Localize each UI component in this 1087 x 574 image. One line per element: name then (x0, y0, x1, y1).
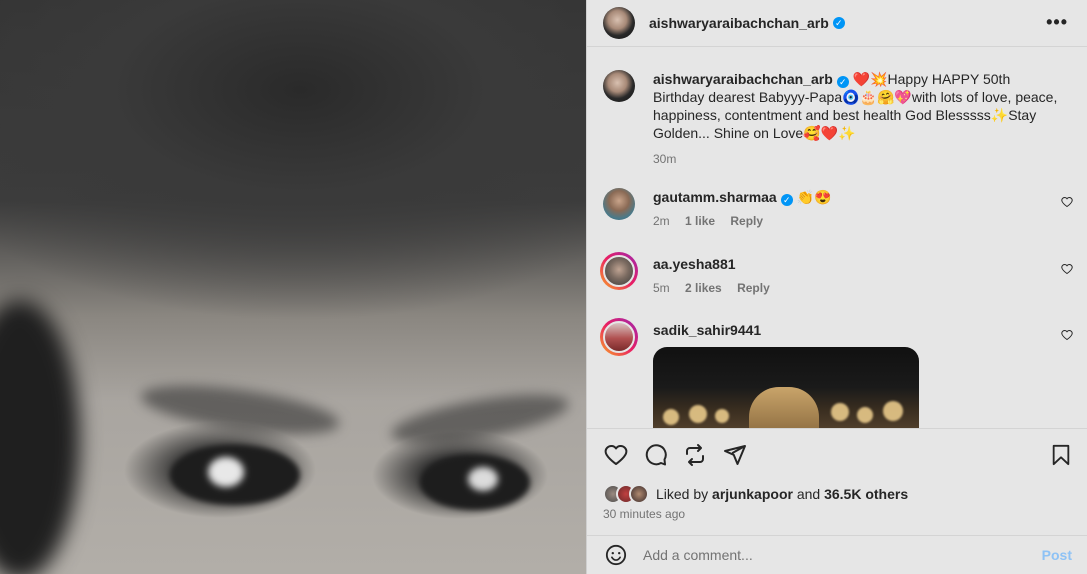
caption-username[interactable]: aishwaryaraibachchan_arb (653, 71, 833, 87)
repost-icon[interactable] (683, 443, 707, 467)
author-avatar[interactable] (603, 7, 635, 39)
like-icon[interactable] (603, 443, 629, 467)
comments-list[interactable]: aishwaryaraibachchan_arb ✓ ❤️💥Happy HAPPY… (587, 48, 1087, 428)
likes-conj: and (796, 486, 821, 502)
reply-button[interactable]: Reply (730, 214, 763, 228)
comment-username[interactable]: aa.yesha881 (653, 256, 736, 272)
liker-avatar (629, 484, 649, 504)
comment-likes[interactable]: 2 likes (685, 281, 722, 295)
commenter-avatar[interactable] (603, 188, 635, 220)
action-bar (587, 428, 1087, 480)
commenter-avatar[interactable] (603, 321, 635, 353)
comment-time: 5m (653, 281, 670, 295)
verified-icon: ✓ (836, 76, 849, 88)
comment-item: gautamm.sharmaa ✓ 👏😍 2m 1 like Reply (603, 188, 1073, 230)
post-header: aishwaryaraibachchan_arb ✓ ••• (587, 0, 1087, 47)
comment-composer: Add a comment... Post (587, 535, 1087, 574)
comment-item: sadik_sahir9441 (600, 318, 1073, 428)
bookmark-icon[interactable] (1050, 443, 1072, 467)
comment-text: 👏😍 (796, 189, 832, 205)
post-image (0, 0, 586, 574)
comment-username[interactable]: sadik_sahir9441 (653, 322, 761, 338)
likes-count[interactable]: 36.5K others (824, 486, 908, 502)
comment-username[interactable]: gautamm.sharmaa (653, 189, 777, 205)
post-time: 30 minutes ago (603, 507, 686, 521)
author-username[interactable]: aishwaryaraibachchan_arb (649, 15, 829, 31)
comment-gif[interactable] (653, 347, 919, 428)
comment-item: aa.yesha881 5m 2 likes Reply (600, 252, 1073, 297)
emoji-icon[interactable] (605, 544, 627, 566)
like-comment-icon[interactable] (1061, 263, 1073, 275)
post-caption: aishwaryaraibachchan_arb ✓ ❤️💥Happy HAPPY… (603, 70, 1073, 168)
story-ring[interactable] (600, 252, 638, 290)
story-ring[interactable] (600, 318, 638, 356)
caption-time: 30m (653, 152, 677, 166)
post-button[interactable]: Post (1042, 547, 1072, 563)
like-comment-icon[interactable] (1061, 196, 1073, 208)
post-side-panel: aishwaryaraibachchan_arb ✓ ••• aishwarya… (586, 0, 1087, 574)
verified-icon: ✓ (780, 194, 793, 206)
comment-input[interactable]: Add a comment... (643, 547, 753, 563)
liker-username[interactable]: arjunkapoor (712, 486, 793, 502)
likes-summary: Liked by arjunkapoor and 36.5K others (603, 484, 908, 504)
more-options-icon[interactable]: ••• (1046, 12, 1068, 33)
likes-prefix: Liked by (656, 486, 709, 502)
comment-time: 2m (653, 214, 670, 228)
comment-likes[interactable]: 1 like (685, 214, 715, 228)
caption-avatar[interactable] (603, 70, 635, 102)
commenter-avatar[interactable] (603, 255, 635, 287)
comment-icon[interactable] (644, 443, 668, 467)
verified-icon: ✓ (832, 17, 845, 29)
reply-button[interactable]: Reply (737, 281, 770, 295)
share-icon[interactable] (723, 443, 747, 467)
like-comment-icon[interactable] (1061, 329, 1073, 341)
